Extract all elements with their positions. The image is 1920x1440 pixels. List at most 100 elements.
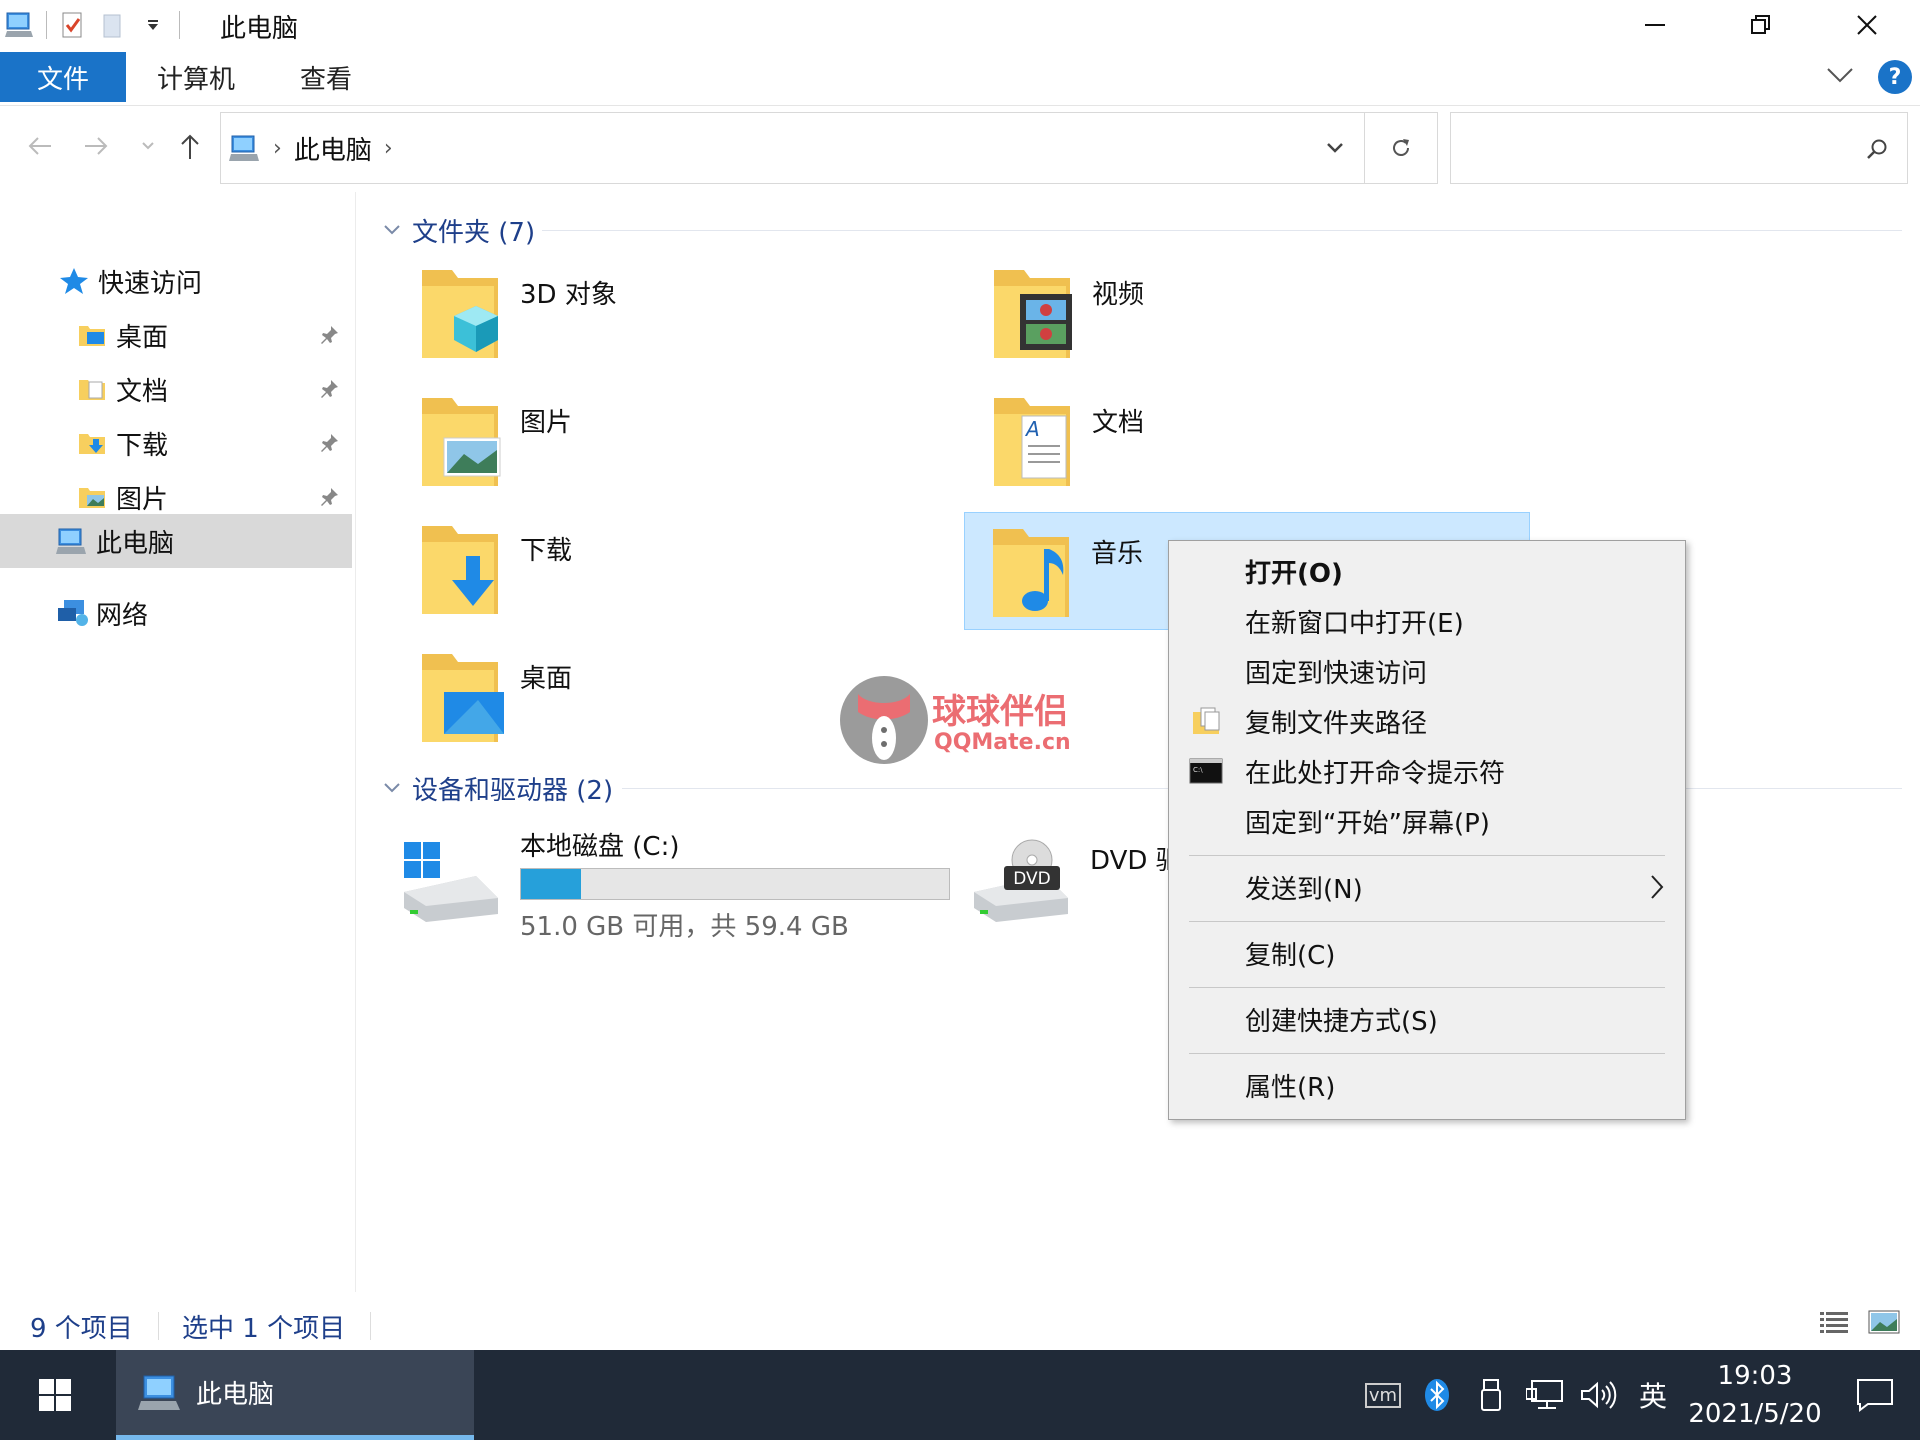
- pin-icon[interactable]: [316, 484, 342, 510]
- pin-icon[interactable]: [316, 376, 342, 402]
- group-header-label: 设备和驱动器 (2): [412, 775, 614, 806]
- bluetooth-icon[interactable]: [1410, 1350, 1464, 1440]
- windows-icon: [39, 1379, 71, 1411]
- folder-name: 图片: [520, 408, 573, 438]
- folder-videos[interactable]: 视频: [932, 254, 1498, 372]
- folders-group-header[interactable]: 文件夹 (7): [378, 210, 535, 250]
- minimize-button[interactable]: [1602, 0, 1708, 50]
- window-controls: [1602, 0, 1920, 50]
- desktop-folder-icon: [422, 654, 504, 742]
- clock-date: 2021/5/20: [1688, 1399, 1822, 1429]
- address-dropdown-button[interactable]: [1305, 113, 1365, 183]
- sidebar-item-this-pc[interactable]: 此电脑: [0, 514, 352, 568]
- search-input[interactable]: [1461, 127, 1851, 169]
- taskbar-clock[interactable]: 19:03 2021/5/20: [1680, 1350, 1830, 1440]
- ribbon-expand-icon[interactable]: [1826, 66, 1854, 88]
- menu-item-create-shortcut[interactable]: 创建快捷方式(S): [1169, 995, 1685, 1043]
- restore-button[interactable]: [1708, 0, 1814, 50]
- taskbar-app-this-pc[interactable]: 此电脑: [116, 1350, 474, 1440]
- menu-item-label: 打开(O): [1245, 558, 1343, 589]
- network-status-icon[interactable]: [1518, 1350, 1572, 1440]
- computer-icon: [56, 525, 88, 557]
- menu-item-open-cmd[interactable]: C:\ 在此处打开命令提示符: [1169, 747, 1685, 795]
- vmware-icon[interactable]: vm: [1356, 1350, 1410, 1440]
- menu-item-label: 在新窗口中打开(E): [1245, 608, 1464, 639]
- navigation-pane: 快速访问 桌面 文档 下载 图片 此电脑 网络: [0, 192, 356, 1292]
- input-method-indicator[interactable]: 英: [1626, 1350, 1680, 1440]
- sidebar-item-label: 下载: [116, 430, 169, 461]
- pin-icon[interactable]: [316, 430, 342, 456]
- menu-item-label: 复制文件夹路径: [1245, 708, 1428, 739]
- status-separator: [370, 1312, 371, 1340]
- tab-file[interactable]: 文件: [0, 52, 126, 102]
- forward-button[interactable]: [76, 126, 116, 166]
- close-button[interactable]: [1814, 0, 1920, 50]
- folder-documents[interactable]: A 文档: [932, 382, 1498, 500]
- clock-time: 19:03: [1717, 1361, 1793, 1391]
- menu-item-send-to[interactable]: 发送到(N): [1169, 863, 1685, 911]
- volume-icon[interactable]: [1572, 1350, 1626, 1440]
- qat-dropdown-icon[interactable]: [133, 5, 173, 45]
- quick-access-toolbar: [0, 0, 186, 50]
- usb-icon[interactable]: [1464, 1350, 1518, 1440]
- pin-icon[interactable]: [316, 322, 342, 348]
- properties-icon[interactable]: [53, 5, 93, 45]
- sidebar-item-desktop[interactable]: 桌面: [0, 308, 352, 362]
- details-view-icon[interactable]: [1818, 1308, 1850, 1343]
- drives-group-header[interactable]: 设备和驱动器 (2): [378, 768, 613, 808]
- menu-item-copy[interactable]: 复制(C): [1169, 929, 1685, 977]
- refresh-button[interactable]: [1365, 113, 1437, 183]
- drive-name: 本地磁盘 (C:): [520, 832, 680, 862]
- system-tray: vm 英 19:03 2021/5/20: [1356, 1350, 1920, 1440]
- computer-icon[interactable]: [0, 5, 40, 45]
- menu-item-pin-start[interactable]: 固定到“开始”屏幕(P): [1169, 797, 1685, 845]
- sidebar-item-network[interactable]: 网络: [0, 586, 352, 640]
- recent-locations-icon[interactable]: [126, 126, 170, 166]
- menu-item-pin-quick-access[interactable]: 固定到快速访问: [1169, 647, 1685, 695]
- folder-pictures[interactable]: 图片: [360, 382, 926, 500]
- menu-item-label: 固定到快速访问: [1245, 658, 1428, 689]
- menu-item-open[interactable]: 打开(O): [1169, 547, 1685, 595]
- desktop-folder-icon: [76, 319, 108, 351]
- folder-downloads[interactable]: 下载: [360, 510, 926, 628]
- menu-separator: [1189, 1053, 1665, 1054]
- pictures-folder-icon: [422, 398, 501, 486]
- folder-name: 下载: [520, 536, 573, 566]
- menu-item-open-new-window[interactable]: 在新窗口中打开(E): [1169, 597, 1685, 645]
- breadcrumb-item[interactable]: 此电脑: [294, 130, 372, 167]
- menu-item-label: 创建快捷方式(S): [1245, 1006, 1438, 1037]
- breadcrumb-chevron-icon[interactable]: ›: [384, 136, 393, 161]
- ribbon-right-controls: ?: [1826, 52, 1920, 102]
- tab-view[interactable]: 查看: [266, 52, 386, 102]
- back-button[interactable]: [20, 126, 60, 166]
- help-button[interactable]: ?: [1878, 60, 1912, 94]
- menu-separator: [1189, 987, 1665, 988]
- up-button[interactable]: [170, 126, 210, 166]
- drive-local-c[interactable]: 本地磁盘 (C:) 51.0 GB 可用，共 59.4 GB: [360, 818, 950, 942]
- sidebar-item-quick-access[interactable]: 快速访问: [0, 254, 352, 308]
- drive-free-space: 51.0 GB 可用，共 59.4 GB: [520, 912, 849, 942]
- breadcrumb-separator-icon: ›: [273, 135, 282, 161]
- sidebar-item-documents[interactable]: 文档: [0, 362, 352, 416]
- folder-name: 文档: [1092, 408, 1145, 438]
- new-folder-icon[interactable]: [93, 5, 133, 45]
- address-bar[interactable]: › 此电脑 ›: [220, 112, 1438, 184]
- search-icon[interactable]: [1857, 129, 1897, 169]
- large-icons-view-icon[interactable]: [1868, 1308, 1900, 1343]
- menu-item-properties[interactable]: 属性(R): [1169, 1061, 1685, 1109]
- folder-name: 视频: [1092, 280, 1145, 310]
- sidebar-item-downloads[interactable]: 下载: [0, 416, 352, 470]
- menu-item-copy-path[interactable]: 复制文件夹路径: [1169, 697, 1685, 745]
- search-box[interactable]: [1450, 112, 1908, 184]
- start-button[interactable]: [0, 1350, 110, 1440]
- windows-drive-icon: [404, 842, 498, 922]
- notification-center-icon[interactable]: [1830, 1350, 1920, 1440]
- tab-computer[interactable]: 计算机: [136, 52, 256, 102]
- chevron-down-icon[interactable]: [378, 782, 406, 794]
- folder-3d-objects[interactable]: 3D 对象: [360, 254, 926, 372]
- menu-item-label: 在此处打开命令提示符: [1245, 758, 1506, 789]
- chevron-down-icon[interactable]: [378, 224, 406, 236]
- qat-separator-2: [179, 11, 180, 39]
- documents-folder-icon: A: [994, 398, 1070, 486]
- documents-folder-icon: [76, 373, 108, 405]
